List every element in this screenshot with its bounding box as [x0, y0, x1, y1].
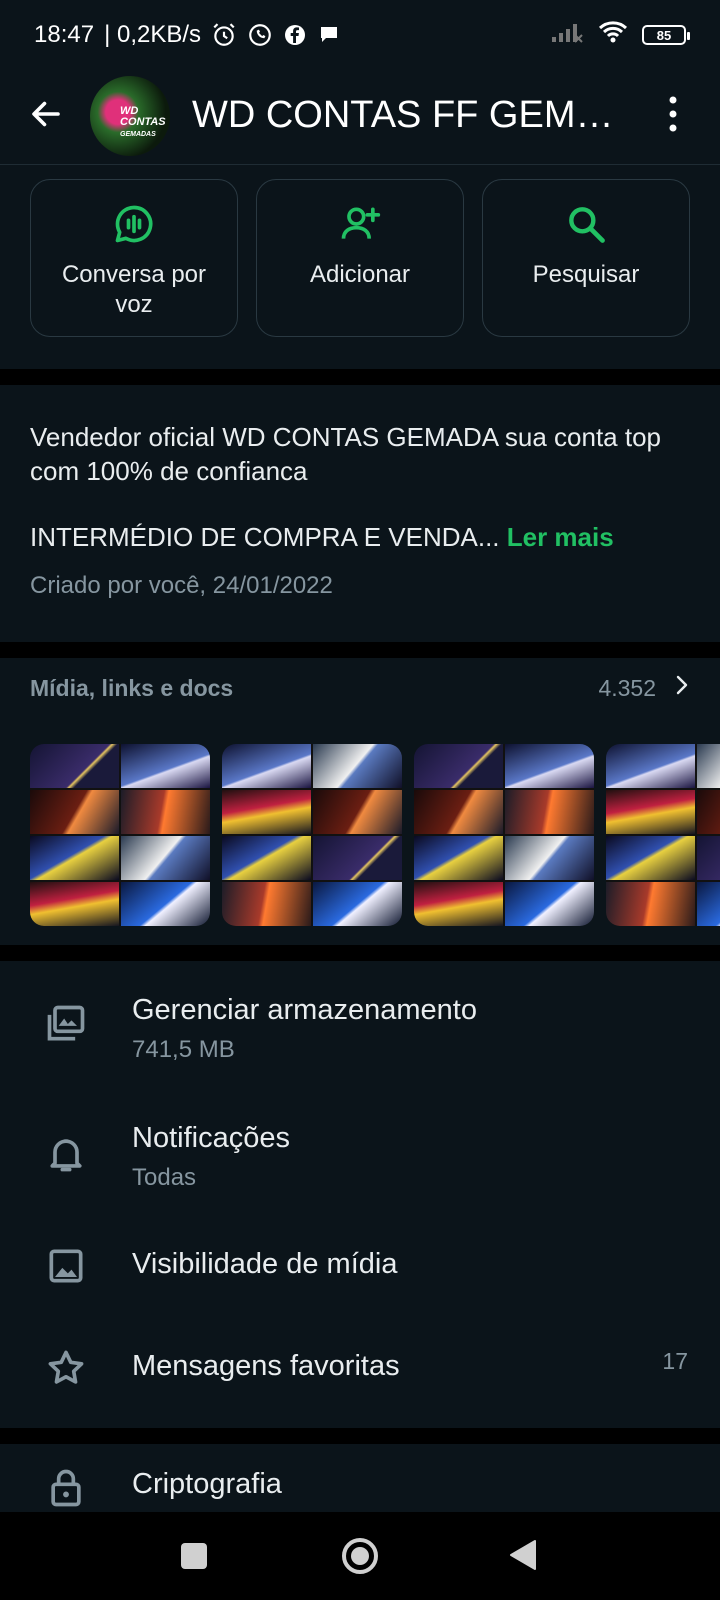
facebook-icon	[283, 23, 307, 47]
bell-icon	[44, 1132, 88, 1176]
voice-chat-button[interactable]: Conversa por voz	[30, 179, 238, 337]
page-title[interactable]: WD CONTAS FF GEMA...	[192, 94, 632, 137]
group-avatar[interactable]: WD CONTAS GEMADAS	[90, 76, 170, 156]
read-more-link[interactable]: Ler mais	[507, 522, 614, 552]
description-text: Vendedor oficial WD CONTAS GEMADA sua co…	[30, 422, 662, 486]
avatar-text: WD CONTAS GEMADAS	[120, 106, 170, 140]
clock: 18:47	[34, 21, 95, 48]
star-icon	[44, 1346, 88, 1390]
battery-icon: 85	[642, 25, 690, 45]
status-right: 85	[550, 20, 690, 51]
starred-messages-row[interactable]: Mensagens favoritas 17	[0, 1322, 720, 1432]
media-thumbnail[interactable]	[414, 744, 594, 926]
voice-chat-icon	[112, 202, 156, 246]
back-button[interactable]	[508, 1538, 538, 1577]
recent-apps-button[interactable]	[180, 1542, 208, 1575]
image-icon	[44, 1244, 88, 1288]
chevron-right-icon	[674, 674, 690, 702]
home-button[interactable]	[340, 1536, 380, 1581]
network-speed: | 0,2KB/s	[104, 21, 202, 48]
created-by-text: Criado por você, 24/01/2022	[30, 572, 333, 599]
encryption-title: Criptografia	[132, 1468, 282, 1500]
notifications-value: Todas	[132, 1164, 197, 1191]
group-description: Vendedor oficial WD CONTAS GEMADA sua co…	[30, 420, 690, 600]
media-thumbnail[interactable]	[30, 744, 210, 926]
manage-storage-title: Gerenciar armazenamento	[132, 994, 477, 1026]
media-title: Mídia, links e docs	[30, 674, 234, 701]
add-participant-label: Adicionar	[309, 261, 411, 288]
avatar-text-line2: GEMADAS	[120, 131, 156, 138]
section-divider	[0, 1428, 720, 1444]
media-header[interactable]: Mídia, links e docs 4.352	[30, 674, 690, 702]
manage-storage-row[interactable]: Gerenciar armazenamento 741,5 MB	[0, 974, 720, 1084]
wifi-icon	[598, 20, 628, 51]
back-arrow-icon[interactable]	[28, 96, 64, 132]
storage-icon	[44, 1002, 88, 1046]
search-button[interactable]: Pesquisar	[482, 179, 690, 337]
media-thumbnails	[30, 744, 720, 926]
manage-storage-size: 741,5 MB	[132, 1036, 235, 1063]
status-bar: 18:47 | 0,2KB/s 85	[0, 0, 720, 70]
avatar-text-line1: WD CONTAS	[120, 105, 166, 128]
status-left: 18:47 | 0,2KB/s	[34, 21, 341, 49]
media-thumbnail[interactable]	[222, 744, 402, 926]
media-thumbnail[interactable]	[606, 744, 720, 926]
lock-icon	[44, 1466, 88, 1510]
voice-chat-label: Conversa por voz	[61, 261, 207, 318]
search-icon	[564, 202, 608, 246]
search-label: Pesquisar	[532, 261, 640, 288]
notifications-row[interactable]: Notificações Todas	[0, 1104, 720, 1214]
action-buttons: Conversa por voz Adicionar Pesquisar	[0, 165, 720, 369]
description-text-2: INTERMÉDIO DE COMPRA E VENDA... Ler mais	[30, 520, 690, 554]
media-count: 4.352	[598, 674, 690, 702]
encryption-row[interactable]: Criptografia	[0, 1444, 720, 1512]
media-visibility-row[interactable]: Visibilidade de mídia	[0, 1220, 720, 1330]
section-divider	[0, 642, 720, 658]
alarm-icon	[211, 22, 237, 48]
starred-count: 17	[662, 1348, 688, 1374]
description-line2: INTERMÉDIO DE COMPRA E VENDA...	[30, 522, 500, 552]
add-person-icon	[338, 202, 382, 246]
chat-info-header: WD CONTAS GEMADAS WD CONTAS FF GEMA...	[0, 70, 720, 164]
notifications-title: Notificações	[132, 1122, 290, 1154]
chat-bubble-icon	[317, 23, 341, 47]
starred-messages-title: Mensagens favoritas	[132, 1350, 400, 1382]
more-options-icon[interactable]	[666, 94, 680, 134]
whatsapp-icon	[247, 22, 273, 48]
media-count-value: 4.352	[598, 674, 656, 701]
section-divider	[0, 945, 720, 961]
system-navigation-bar	[0, 1512, 720, 1600]
section-divider	[0, 369, 720, 385]
media-visibility-title: Visibilidade de mídia	[132, 1248, 398, 1280]
add-participant-button[interactable]: Adicionar	[256, 179, 464, 337]
signal-icon	[550, 21, 584, 50]
